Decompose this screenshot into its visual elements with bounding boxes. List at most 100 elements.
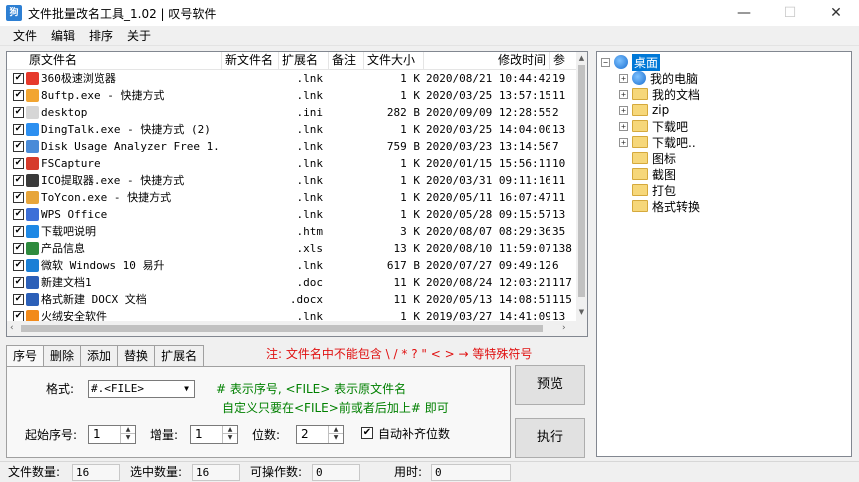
tab-sequence[interactable]: 序号 (6, 345, 45, 368)
table-row[interactable]: ✔ 产品信息 .xls 13 K 2020/08/10 11:59:07 138 (7, 240, 577, 257)
spin-up-icon[interactable]: ▲ (329, 426, 343, 434)
col-original-name[interactable]: 原文件名 (7, 52, 222, 70)
horizontal-scroll-thumb[interactable] (21, 325, 543, 332)
tree-node[interactable]: 图标 (619, 150, 676, 166)
tree-node[interactable]: + zip (619, 102, 669, 118)
collapse-icon[interactable]: − (601, 57, 610, 67)
tree-node[interactable]: + 下载吧.. (619, 134, 696, 150)
table-row[interactable]: ✔ ICO提取器.exe - 快捷方式 .lnk 1 K 2020/03/31 09:1… (7, 172, 577, 189)
tab-replace[interactable]: 替换 (117, 345, 156, 367)
table-row[interactable]: ✔ 360极速浏览器 .lnk 1 K 2020/08/21 10:44:42 19 (7, 70, 577, 87)
chevron-down-icon[interactable]: ▼ (179, 381, 194, 397)
spin-down-icon[interactable]: ▼ (329, 434, 343, 442)
expand-icon[interactable]: + (619, 73, 628, 83)
expand-icon[interactable]: + (619, 89, 628, 99)
col-extension[interactable]: 扩展名 (279, 52, 329, 70)
tab-delete[interactable]: 删除 (43, 345, 82, 367)
tree-node-label[interactable]: 图标 (652, 150, 676, 167)
tree-node[interactable]: + 我的文档 (619, 86, 700, 102)
folder-tree[interactable]: − 桌面 + 我的电脑 + 我的文档 + zip + 下载吧 + 下载吧.. 图标 截图 打包 格式转换 (596, 51, 852, 457)
spin-down-icon[interactable]: ▼ (121, 434, 135, 442)
menu-about[interactable]: 关于 (120, 27, 158, 44)
row-checkbox[interactable]: ✔ (13, 124, 24, 135)
table-row[interactable]: ✔ desktop .ini 282 B 2020/09/09 12:28:55 2 (7, 104, 577, 121)
vertical-scroll-thumb[interactable] (578, 65, 585, 297)
digits-stepper[interactable]: 2 ▲ ▼ (296, 425, 344, 444)
tab-add[interactable]: 添加 (80, 345, 119, 367)
menu-file[interactable]: 文件 (6, 27, 44, 44)
scroll-up-icon[interactable]: ▲ (576, 54, 587, 62)
table-row[interactable]: ✔ DingTalk.exe - 快捷方式 (2) .lnk 1 K 2020/03/2… (7, 121, 577, 138)
tree-node[interactable]: 格式转换 (619, 198, 700, 214)
col-size[interactable]: 文件大小 (364, 52, 424, 70)
auto-pad-checkbox[interactable]: ✔ (361, 427, 373, 439)
format-select[interactable]: #.<FILE> ▼ (88, 380, 195, 398)
row-checkbox[interactable]: ✔ (13, 175, 24, 186)
execute-button[interactable]: 执行 (515, 418, 585, 458)
expand-icon[interactable]: + (619, 121, 628, 131)
table-row[interactable]: ✔ 8uftp.exe - 快捷方式 .lnk 1 K 2020/03/25 13:57… (7, 87, 577, 104)
tree-root[interactable]: − 桌面 (601, 53, 661, 71)
tree-node-label[interactable]: zip (652, 103, 669, 117)
scroll-down-icon[interactable]: ▼ (576, 308, 587, 316)
table-row[interactable]: ✔ ToYcon.exe - 快捷方式 .lnk 1 K 2020/05/11 16:0… (7, 189, 577, 206)
row-checkbox[interactable]: ✔ (13, 192, 24, 203)
col-extra[interactable]: 参 (550, 52, 577, 70)
tree-node[interactable]: + 下载吧 (619, 118, 688, 134)
table-row[interactable]: ✔ 微软 Windows 10 易升 .lnk 617 B 2020/07/27 09:… (7, 257, 577, 274)
increment-stepper[interactable]: 1 ▲ ▼ (190, 425, 238, 444)
table-row[interactable]: ✔ 新建文档1 .doc 11 K 2020/08/24 12:03:21 117 (7, 274, 577, 291)
minimize-button[interactable]: — (721, 0, 767, 26)
tree-node-label[interactable]: 下载吧.. (652, 134, 696, 151)
scroll-right-icon[interactable]: › (562, 321, 566, 336)
expand-icon[interactable]: + (619, 137, 628, 147)
spin-down-icon[interactable]: ▼ (223, 434, 237, 442)
horizontal-scrollbar[interactable]: ‹ › (7, 321, 587, 336)
spin-up-icon[interactable]: ▲ (121, 426, 135, 434)
row-checkbox[interactable]: ✔ (13, 73, 24, 84)
row-checkbox[interactable]: ✔ (13, 277, 24, 288)
menu-edit[interactable]: 编辑 (44, 27, 82, 44)
tree-node-label[interactable]: 截图 (652, 166, 676, 183)
file-count-value: 16 (72, 464, 120, 481)
row-checkbox[interactable]: ✔ (13, 107, 24, 118)
close-button[interactable]: ✕ (813, 0, 859, 26)
preview-button[interactable]: 预览 (515, 365, 585, 405)
row-checkbox[interactable]: ✔ (13, 141, 24, 152)
table-row[interactable]: ✔ Disk Usage Analyzer Free 1.9 .lnk 759 B 20… (7, 138, 577, 155)
row-checkbox[interactable]: ✔ (13, 243, 24, 254)
menu-sort[interactable]: 排序 (82, 27, 120, 44)
desktop-icon (614, 55, 628, 69)
row-checkbox[interactable]: ✔ (13, 158, 24, 169)
table-row[interactable]: ✔ FSCapture .lnk 1 K 2020/01/15 15:56:11 10 (7, 155, 577, 172)
tree-node-label[interactable]: 格式转换 (652, 198, 700, 215)
row-checkbox[interactable]: ✔ (13, 209, 24, 220)
row-checkbox[interactable]: ✔ (13, 226, 24, 237)
tree-node[interactable]: 打包 (619, 182, 676, 198)
tree-node[interactable]: 截图 (619, 166, 676, 182)
tab-extension[interactable]: 扩展名 (154, 345, 205, 367)
tree-node-label[interactable]: 下载吧 (652, 118, 688, 135)
tree-node-label[interactable]: 我的文档 (652, 86, 700, 103)
spin-up-icon[interactable]: ▲ (223, 426, 237, 434)
row-checkbox[interactable]: ✔ (13, 90, 24, 101)
scroll-left-icon[interactable]: ‹ (10, 321, 14, 336)
start-number-stepper[interactable]: 1 ▲ ▼ (88, 425, 136, 444)
table-row[interactable]: ✔ 火绒安全软件 .lnk 1 K 2019/03/27 14:41:09 13 (7, 308, 577, 322)
tree-root-label[interactable]: 桌面 (632, 53, 661, 71)
row-checkbox[interactable]: ✔ (13, 294, 24, 305)
maximize-button[interactable]: ☐ (767, 0, 813, 26)
tree-node-label[interactable]: 我的电脑 (650, 70, 698, 87)
col-modified[interactable]: 修改时间 (424, 52, 550, 70)
tree-node-label[interactable]: 打包 (652, 182, 676, 199)
tree-node[interactable]: + 我的电脑 (619, 70, 698, 86)
expand-icon[interactable]: + (619, 105, 628, 115)
col-new-name[interactable]: 新文件名 (222, 52, 279, 70)
table-row[interactable]: ✔ 下载吧说明 .htm 3 K 2020/08/07 08:29:36 35 (7, 223, 577, 240)
vertical-scrollbar[interactable]: ▲ ▼ (576, 52, 587, 322)
table-row[interactable]: ✔ 格式新建 DOCX 文档 .docx 11 K 2020/05/13 14:08:5… (7, 291, 577, 308)
table-row[interactable]: ✔ WPS Office .lnk 1 K 2020/05/28 09:15:57 13 (7, 206, 577, 223)
file-list[interactable]: 原文件名 新文件名 扩展名 备注 文件大小 修改时间 参 ✔ 360极速浏览器 .l… (6, 51, 588, 337)
col-note[interactable]: 备注 (329, 52, 364, 70)
row-checkbox[interactable]: ✔ (13, 260, 24, 271)
